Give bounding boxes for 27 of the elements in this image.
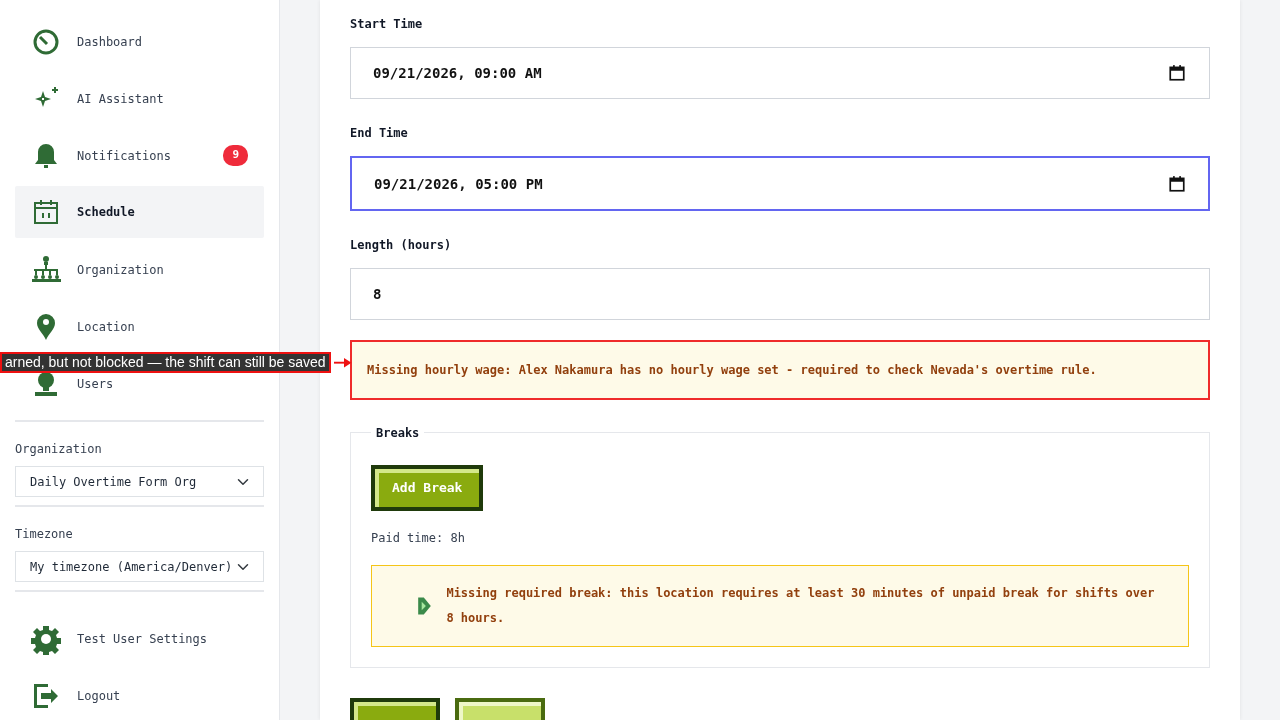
nav-item[interactable]: Dashboard [15, 13, 264, 70]
nav-item[interactable]: Logout [15, 667, 264, 720]
datetime-field[interactable]: 09/21/2026, 05:00 PM [350, 156, 1210, 211]
nav-item[interactable]: Notifications 9 [15, 127, 264, 184]
timezone-label: Timezone [15, 526, 74, 543]
organization-label: Organization [15, 441, 103, 458]
cancel-button[interactable] [455, 697, 545, 720]
field-label: End Time [350, 125, 409, 142]
field-label: Start Time [350, 16, 424, 33]
nav-item[interactable]: Test User Settings [15, 610, 264, 667]
paid-time-text: Paid time: 8h [371, 529, 466, 547]
notification-badge: 9 [223, 145, 248, 166]
warning-message: Missing required break: this location requires at least 30 minutes of unpaid break for shifts over 8 hours. [446, 584, 1156, 627]
organization-select[interactable]: Daily Overtime Form Org [15, 466, 264, 497]
datetime-field[interactable]: 09/21/2026, 09:00 AM [350, 47, 1210, 99]
nav-item[interactable]: Organization [15, 241, 264, 298]
nav-item[interactable]: AI Assistant [15, 70, 264, 127]
warning-message: Missing hourly wage: Alex Nakamura has no hourly wage set - required to check Nevada's overtime rule. [350, 340, 1210, 400]
annotation-tooltip: arned, but not blocked — the shift can still be saved [0, 352, 331, 373]
field-label: Length (hours) [350, 237, 453, 254]
submit-button[interactable] [350, 697, 440, 720]
timezone-select[interactable]: My timezone (America/Denver) [15, 551, 264, 582]
nav-item[interactable]: Location [15, 298, 264, 355]
calendar-icon [1168, 64, 1186, 82]
calendar-icon [1168, 174, 1186, 193]
nav-item[interactable]: Schedule [15, 186, 264, 238]
number-field[interactable]: 8 [350, 268, 1210, 320]
